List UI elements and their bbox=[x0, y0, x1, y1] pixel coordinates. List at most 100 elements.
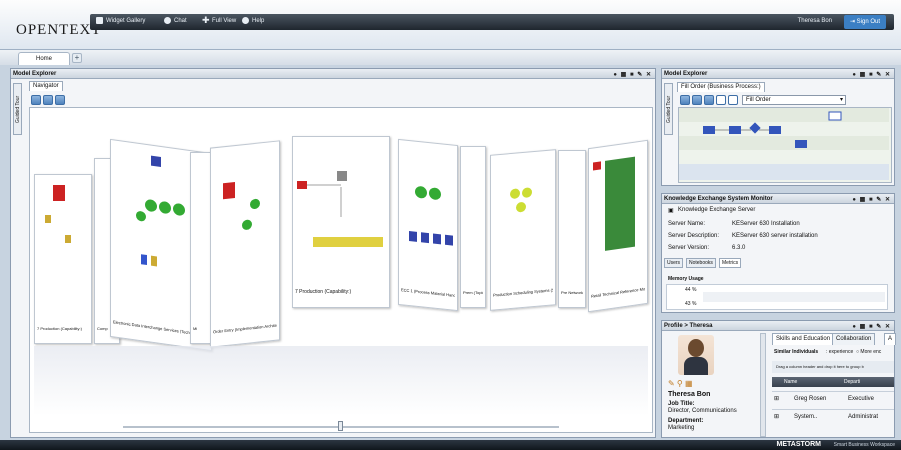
radio-more[interactable]: ○ More enc bbox=[856, 349, 881, 355]
radio-more-label: More enc bbox=[860, 349, 882, 355]
help-label: Help bbox=[252, 18, 265, 25]
diagram-thumbnail bbox=[297, 171, 383, 247]
footer-brand: METASTORM bbox=[776, 441, 821, 448]
cards-reflection bbox=[34, 346, 648, 416]
col-name-header[interactable]: Name bbox=[784, 377, 797, 387]
expand-icon[interactable]: ⊞ bbox=[774, 414, 779, 420]
footer-bar: METASTORM Smart Business Workspace bbox=[0, 440, 901, 450]
card-label: Retail Technical Reference Model (Platfo… bbox=[591, 286, 645, 299]
expand-icon[interactable]: ⊞ bbox=[774, 396, 779, 402]
panel-controls[interactable]: ● ▦ ■ ✎ ✕ bbox=[613, 70, 652, 80]
card-label: Order Entry (Implementation Architecture… bbox=[213, 322, 277, 335]
forward-icon[interactable] bbox=[692, 95, 702, 105]
model-card[interactable]: Prem (Topic) bbox=[460, 146, 486, 308]
model-card[interactable]: Production Scheduling Systems (Systems) bbox=[490, 149, 556, 311]
tab-skills-education[interactable]: Skills and Education bbox=[772, 333, 835, 345]
expand-icon: ✚ bbox=[202, 15, 210, 25]
full-view-label: Full View bbox=[212, 18, 237, 25]
table-row[interactable]: ⊞ Greg Rosen Executive bbox=[772, 391, 894, 405]
department-value: Marketing bbox=[668, 425, 695, 431]
model-explorer-right-panel: Model Explorer ● ▦ ■ ✎ ✕ Guided Tour Fill… bbox=[661, 68, 895, 186]
server-name-label: Server Name: bbox=[668, 221, 706, 227]
row-name: System.. bbox=[794, 414, 818, 420]
tab-fill-order[interactable]: Fill Order (Business Process:) bbox=[677, 82, 765, 92]
gallery-icon bbox=[96, 17, 103, 24]
diagram-thumbnail bbox=[45, 185, 71, 243]
row-dept: Administrat bbox=[848, 414, 879, 420]
process-diagram[interactable] bbox=[678, 107, 892, 183]
model-select-value: Fill Order bbox=[746, 97, 771, 103]
edit-icon[interactable] bbox=[716, 95, 726, 105]
help-icon bbox=[242, 17, 249, 24]
profile-panel: Profile > Theresa ● ▦ ■ ✎ ✕ ✎ ⚲ ▦ Theresa… bbox=[661, 320, 897, 438]
panel-title-text: Model Explorer bbox=[664, 71, 708, 77]
panel-title: Knowledge Exchange System Monitor ● ▦ ■ ✎… bbox=[662, 194, 894, 204]
server-desc-value: KEServer 630 server installation bbox=[732, 233, 818, 239]
radio-experience[interactable]: : experience bbox=[826, 349, 853, 355]
panel-controls[interactable]: ● ▦ ■ ✎ ✕ bbox=[852, 195, 891, 205]
memory-chart: 44 % 43 % bbox=[666, 284, 888, 310]
col-dept-header[interactable]: Departi bbox=[844, 377, 860, 387]
model-card[interactable]: 7 Production (Capability:) bbox=[34, 174, 92, 344]
kes-header: Knowledge Exchange Server bbox=[678, 207, 756, 213]
tab-a[interactable]: A bbox=[884, 333, 897, 345]
card-label: ECC 1 (Process Material Handling (Basic)… bbox=[401, 287, 455, 298]
tab-metrics[interactable]: Metrics bbox=[719, 258, 742, 268]
tab-navigator[interactable]: Navigator bbox=[29, 81, 63, 91]
panel-controls[interactable]: ● ▦ ■ ✎ ✕ bbox=[852, 322, 891, 332]
navigator-canvas[interactable]: 7 Production (Capability:) Comp Electron… bbox=[29, 107, 653, 433]
memory-value-1: 44 % bbox=[685, 287, 697, 293]
panel-title-text: Model Explorer bbox=[13, 71, 57, 77]
server-version-label: Server Version: bbox=[668, 245, 710, 251]
model-card[interactable]: ECC 1 (Process Material Handling (Basic)… bbox=[398, 138, 458, 312]
model-card[interactable]: Retail Technical Reference Model (Platfo… bbox=[588, 139, 648, 313]
tab-users[interactable]: Users bbox=[664, 258, 684, 268]
model-card[interactable]: Order Entry (Implementation Architecture… bbox=[210, 140, 280, 348]
forward-icon[interactable] bbox=[43, 95, 53, 105]
sign-out-button[interactable]: ⇥ Sign Out bbox=[843, 15, 886, 29]
server-name-value: KEServer 630 Installation bbox=[732, 221, 800, 227]
main-nav: Widget Gallery Chat ✚ Full View Help Ther… bbox=[90, 14, 894, 30]
card-label: 7 Production (Capability:) bbox=[295, 289, 352, 295]
user-name: Theresa Bon bbox=[797, 18, 832, 24]
back-icon[interactable] bbox=[680, 95, 690, 105]
table-row[interactable]: ⊞ System.. Administrat bbox=[772, 409, 894, 423]
guided-tour-tab[interactable]: Guided Tour bbox=[13, 83, 22, 135]
chat-label: Chat bbox=[174, 18, 187, 25]
refresh-icon[interactable] bbox=[704, 95, 714, 105]
chat-icon bbox=[164, 17, 171, 24]
refresh-icon[interactable] bbox=[55, 95, 65, 105]
guided-tour-tab[interactable]: Guided Tour bbox=[664, 83, 673, 135]
memory-usage-label: Memory Usage bbox=[668, 276, 704, 282]
profile-scrollbar[interactable] bbox=[760, 333, 766, 437]
widget-gallery-label: Widget Gallery bbox=[106, 18, 146, 25]
group-drop-zone[interactable]: Drag a column header and drop it here to… bbox=[772, 361, 894, 373]
model-card[interactable]: Pre Network (Topic) bbox=[558, 150, 586, 308]
department-label: Department: bbox=[668, 418, 704, 424]
model-card-selected[interactable]: 7 Production (Capability:) bbox=[292, 136, 390, 308]
tab-home[interactable]: Home bbox=[18, 52, 70, 65]
workspace-tab-row: Home + bbox=[0, 50, 901, 65]
tab-collaboration[interactable]: Collaboration bbox=[832, 333, 876, 345]
profile-actions-icons[interactable]: ✎ ⚲ ▦ bbox=[668, 379, 693, 388]
widget-gallery-button[interactable]: Widget Gallery bbox=[96, 17, 145, 24]
profile-name: Theresa Bon bbox=[668, 391, 711, 398]
add-tab-button[interactable]: + bbox=[72, 53, 82, 63]
card-label: Prem (Topic) bbox=[463, 290, 483, 295]
panel-controls[interactable]: ● ▦ ■ ✎ ✕ bbox=[852, 70, 891, 80]
chat-button[interactable]: Chat bbox=[164, 17, 187, 24]
avatar bbox=[678, 335, 714, 375]
full-view-button[interactable]: ✚ Full View bbox=[202, 15, 237, 25]
help-button[interactable]: Help bbox=[242, 17, 264, 24]
server-icon: ▣ bbox=[668, 208, 674, 214]
model-select[interactable]: Fill Order ▾ bbox=[742, 95, 846, 105]
tab-notebooks[interactable]: Notebooks bbox=[686, 258, 716, 268]
memory-value-2: 43 % bbox=[685, 301, 697, 307]
job-title-value: Director, Communications bbox=[668, 408, 737, 414]
panel-title-text: Knowledge Exchange System Monitor bbox=[664, 196, 773, 202]
print-icon[interactable] bbox=[728, 95, 738, 105]
kes-monitor-panel: Knowledge Exchange System Monitor ● ▦ ■ ✎… bbox=[661, 193, 895, 313]
back-icon[interactable] bbox=[31, 95, 41, 105]
navigator-slider-thumb[interactable] bbox=[338, 421, 343, 431]
grid-header: Name Departi bbox=[772, 377, 894, 387]
